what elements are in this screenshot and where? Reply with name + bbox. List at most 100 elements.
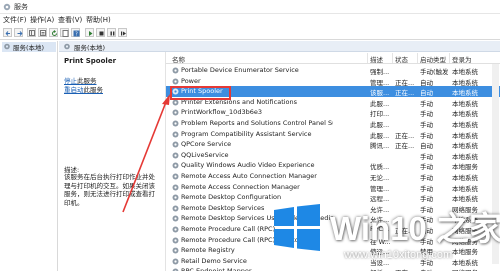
svg-text:?: ? xyxy=(75,32,78,38)
column-status[interactable]: 状态 xyxy=(395,54,408,64)
service-logon-cell: 本地系统 xyxy=(452,99,478,108)
service-startup-cell: 手动 xyxy=(420,99,433,108)
tree-node-services-local[interactable]: 服务(本地) xyxy=(2,42,56,52)
service-name-cell: Remote Access Connection Manager xyxy=(181,182,300,191)
window-title: 服务 xyxy=(14,3,28,11)
watermark: Win10 之家 www.win10xitong.com xyxy=(266,192,500,271)
service-logon-cell: 本地系统 xyxy=(452,142,478,151)
refresh-button[interactable] xyxy=(49,28,58,37)
service-logon-cell: 本地系统 xyxy=(452,78,478,87)
service-row[interactable]: PrintWorkflow_10d3b6e3 打印... 手动 本地系统 xyxy=(166,107,500,118)
tree-node-label: 服务(本地) xyxy=(13,44,45,52)
service-row[interactable]: Quality Windows Audio Video Experience 优质… xyxy=(166,160,500,171)
console-tree: 服务(本地) xyxy=(0,41,58,271)
service-row[interactable]: Power 管理... 正在... 自动 本地系统 xyxy=(166,76,500,87)
service-name-cell: PrintWorkflow_10d3b6e3 xyxy=(181,108,262,117)
service-startup-cell: 自动 xyxy=(420,78,433,87)
service-startup-cell: 手动 xyxy=(420,174,433,182)
help-icon: ? xyxy=(73,30,80,38)
service-row[interactable]: Remote Access Connection Manager 管理... 手动本… xyxy=(166,182,500,193)
back-button[interactable] xyxy=(3,28,12,37)
back-arrow-icon xyxy=(5,31,10,36)
content-header-label: 服务(本地) xyxy=(74,44,106,52)
service-row[interactable]: Remote Access Auto Connection Manager 无论.… xyxy=(166,171,500,182)
menu-help[interactable]: 帮助(H) xyxy=(86,15,111,25)
menu-action[interactable]: 操作(A) xyxy=(30,15,54,25)
service-logon-cell: 本地系统 xyxy=(452,110,478,119)
service-logon-cell: 本地系统 xyxy=(452,174,478,182)
service-startup-cell: 手动 xyxy=(420,110,433,119)
service-desc-cell: 腾讯... xyxy=(370,142,390,151)
service-startup-cell: 自动 xyxy=(420,142,433,151)
service-logon-cell: 本地服务 xyxy=(452,163,478,172)
service-startup-cell: 手动(触发... xyxy=(420,68,448,76)
show-tree-button[interactable] xyxy=(27,28,36,37)
windows-logo-icon xyxy=(274,204,320,251)
service-name-cell: Portable Device Enumerator Service xyxy=(181,66,299,74)
properties-button[interactable] xyxy=(38,28,47,37)
service-status-cell: 正在... xyxy=(395,78,415,87)
column-separator[interactable] xyxy=(449,53,450,63)
service-status-cell: 正在... xyxy=(395,131,415,140)
service-row[interactable]: Problem Reports and Solutions Control Pa… xyxy=(166,118,500,129)
watermark-url: www.win10xitong.com xyxy=(344,249,453,261)
export-button[interactable] xyxy=(60,28,69,37)
menu-file[interactable]: 文件(F) xyxy=(3,15,27,25)
restart-link-text[interactable]: 重启动 xyxy=(64,86,84,94)
start-service-button[interactable] xyxy=(85,28,94,37)
service-row[interactable]: Program Compatibility Assistant Service 此… xyxy=(166,129,500,140)
service-desc-cell: 打印... xyxy=(370,110,390,119)
service-gear-icon xyxy=(172,226,179,233)
service-startup-cell: 手动 xyxy=(420,152,433,161)
forward-button[interactable] xyxy=(14,28,23,37)
service-gear-icon xyxy=(172,205,179,212)
column-logon-as[interactable]: 登录为 xyxy=(452,54,472,64)
tree-icon xyxy=(29,30,35,36)
toolbar: ? xyxy=(0,26,500,40)
restart-service-button[interactable] xyxy=(118,28,127,37)
service-name-cell: QQLiveService xyxy=(181,150,229,159)
menu-view[interactable]: 查看(V) xyxy=(58,15,82,25)
pause-service-button[interactable] xyxy=(107,28,116,37)
service-name-cell: Quality Windows Audio Video Experience xyxy=(181,161,315,170)
service-desc-cell: 此服... xyxy=(370,131,390,140)
service-name-cell: Remote Access Auto Connection Manager xyxy=(181,172,317,180)
pause-icon xyxy=(110,31,115,36)
restart-service-link[interactable]: 重启动此服务 xyxy=(64,84,103,94)
service-desc-cell: 管理... xyxy=(370,78,390,87)
service-startup-cell: 自动 xyxy=(420,89,433,98)
service-row[interactable]: Portable Device Enumerator Service 强制... 手… xyxy=(166,65,500,76)
service-gear-icon xyxy=(172,247,179,254)
service-logon-cell: 本地系统 xyxy=(452,89,478,98)
service-startup-cell: 手动 xyxy=(420,121,433,129)
service-gear-icon xyxy=(172,237,179,244)
column-separator[interactable] xyxy=(392,53,393,63)
service-logon-cell: 本地系统 xyxy=(452,131,478,140)
gear-icon xyxy=(4,43,10,50)
service-name-cell: QPCore Service xyxy=(181,140,232,149)
highlight-box xyxy=(170,86,231,100)
help-button[interactable]: ? xyxy=(71,28,80,38)
column-separator[interactable] xyxy=(417,53,418,63)
service-desc-cell: 优质... xyxy=(370,163,390,172)
service-desc-cell: 此服... xyxy=(370,121,390,129)
menu-bar: 文件(F) 操作(A) 查看(V) 帮助(H) xyxy=(0,14,500,26)
service-row[interactable]: QPCore Service 腾讯... 正在... 自动 本地系统 xyxy=(166,139,500,150)
export-icon xyxy=(62,30,69,37)
service-status-cell: 正在... xyxy=(395,89,415,98)
properties-icon xyxy=(40,30,46,36)
column-description[interactable]: 描述 xyxy=(370,54,383,64)
column-name[interactable]: 名称 xyxy=(172,54,185,64)
column-separator[interactable] xyxy=(367,53,368,63)
service-gear-icon xyxy=(172,67,179,74)
column-startup-type[interactable]: 启动类型 xyxy=(420,54,446,64)
service-gear-icon xyxy=(172,162,179,169)
service-logon-cell: 本地系统 xyxy=(452,121,478,129)
service-title: Print Spooler xyxy=(64,57,117,65)
service-desc-cell: 该服... xyxy=(370,89,390,98)
service-gear-icon xyxy=(172,78,179,85)
service-gear-icon xyxy=(172,120,179,127)
stop-service-button[interactable] xyxy=(96,28,105,37)
service-row[interactable]: QQLiveService 手动 本地系统 xyxy=(166,150,500,161)
forward-arrow-icon xyxy=(17,31,23,36)
